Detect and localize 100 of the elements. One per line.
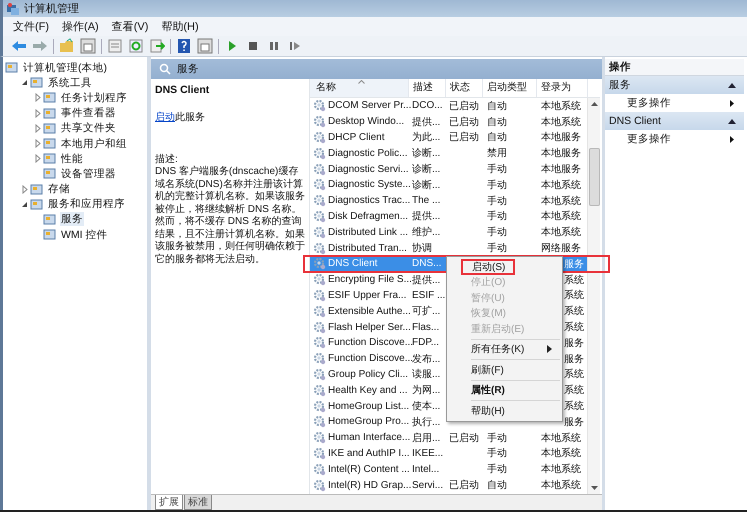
table-cell[interactable]: Function Discove... bbox=[326, 337, 410, 348]
table-cell[interactable]: Desktop Windo... bbox=[326, 116, 410, 128]
tree-item[interactable]: 服务 bbox=[60, 212, 84, 226]
table-cell[interactable]: Intel(R) HD Grap... bbox=[326, 480, 410, 491]
menu-item[interactable]: 帮助(H) bbox=[447, 403, 562, 418]
table-cell[interactable]: IKE and AuthIP I... bbox=[326, 448, 410, 459]
table-cell[interactable]: Diagnostic Servi... bbox=[326, 164, 410, 175]
menu-item[interactable]: 刷新(F) bbox=[447, 362, 562, 378]
table-cell: 本地系统 bbox=[541, 464, 581, 476]
sheet-icon[interactable] bbox=[107, 38, 123, 54]
menu-item[interactable]: 属性(R) bbox=[447, 382, 562, 398]
gear-icon bbox=[313, 226, 326, 239]
panel-icon[interactable] bbox=[80, 38, 96, 54]
table-cell: 本地系统 bbox=[541, 432, 581, 444]
expand-icon[interactable] bbox=[32, 93, 42, 102]
table-cell[interactable]: Human Interface... bbox=[326, 432, 410, 444]
table-cell[interactable]: Distributed Tran... bbox=[326, 242, 410, 254]
description-text: DNS 客户端服务(dnscache)缓存域名系统(DNS)名称并注册该计算机的完整计算机名称。如果该服务被停止，将继续解析 DNS 名称。然而，将不缓存 DNS 名称的查询结果，且不注册计算机名称。如果该服务被禁用，则任何明确依赖于它的服务都将无法启动。 bbox=[155, 166, 306, 266]
start-link[interactable]: 启动 bbox=[155, 112, 175, 123]
collapse-icon[interactable] bbox=[728, 82, 736, 88]
scroll-thumb[interactable] bbox=[588, 148, 600, 206]
app-icon bbox=[6, 2, 20, 16]
tree-item[interactable]: WMI 控件 bbox=[60, 228, 108, 242]
node-icon bbox=[43, 122, 57, 135]
gear-icon bbox=[313, 415, 326, 428]
collapse-icon[interactable] bbox=[20, 78, 28, 88]
table-cell[interactable]: Group Policy Cli... bbox=[326, 368, 410, 380]
table-cell[interactable]: Disk Defragmen... bbox=[326, 210, 410, 222]
scrollbar[interactable] bbox=[587, 98, 600, 494]
tree-item[interactable]: 任务计划程序 bbox=[60, 90, 128, 105]
table-cell: Servi... bbox=[412, 480, 444, 491]
table-cell[interactable]: HomeGroup Pro... bbox=[326, 416, 410, 428]
expand-icon[interactable] bbox=[32, 108, 42, 118]
tree-item[interactable]: 设备管理器 bbox=[60, 166, 117, 181]
gear-icon bbox=[313, 478, 326, 492]
help-icon[interactable] bbox=[176, 38, 192, 54]
collapse-icon[interactable] bbox=[728, 118, 736, 124]
table-cell: 手动 bbox=[487, 243, 507, 254]
tree-item[interactable]: 性能 bbox=[60, 152, 84, 166]
menu-item[interactable]: 查看(V) bbox=[112, 19, 148, 34]
column-header[interactable]: 启动类型 bbox=[483, 79, 537, 97]
table-cell: ESIF ... bbox=[412, 290, 446, 301]
expand-icon[interactable] bbox=[32, 139, 42, 148]
table-cell[interactable]: Diagnostic Polic... bbox=[326, 148, 410, 159]
table-cell: 自动 bbox=[487, 116, 507, 128]
column-header[interactable]: 登录为 bbox=[537, 79, 588, 97]
tree-item[interactable]: 事件查看器 bbox=[60, 106, 117, 120]
column-header[interactable]: 名称 bbox=[310, 79, 409, 97]
refresh-icon[interactable] bbox=[128, 38, 144, 54]
column-header[interactable]: 状态 bbox=[446, 79, 483, 97]
expand-icon[interactable] bbox=[20, 184, 28, 194]
column-header[interactable]: 描述 bbox=[409, 79, 446, 97]
tree-item[interactable]: 服务和应用程序 bbox=[47, 197, 126, 212]
table-cell[interactable]: Intel(R) Content ... bbox=[326, 464, 410, 475]
folder-icon[interactable] bbox=[59, 38, 75, 54]
tree-item[interactable]: 本地用户和组 bbox=[60, 136, 128, 151]
gear-icon bbox=[313, 178, 326, 192]
section-header[interactable]: DNS Client bbox=[605, 112, 744, 130]
action-item[interactable]: 更多操作 bbox=[605, 130, 744, 148]
table-cell: Intel... bbox=[412, 464, 440, 475]
table-cell[interactable]: DCOM Server Pr... bbox=[326, 100, 410, 112]
tree-item[interactable]: 存储 bbox=[47, 182, 71, 196]
export-icon[interactable] bbox=[149, 38, 165, 54]
section-header[interactable]: 服务 bbox=[605, 76, 744, 94]
table-cell[interactable]: Function Discove... bbox=[326, 353, 410, 364]
action-item[interactable]: 更多操作 bbox=[605, 94, 744, 112]
tree-item[interactable]: 系统工具 bbox=[47, 76, 93, 90]
table-cell[interactable]: HomeGroup List... bbox=[326, 400, 410, 412]
table-cell: 已启动 bbox=[449, 432, 479, 444]
expand-icon[interactable] bbox=[32, 124, 42, 133]
table-cell[interactable]: Distributed Link ... bbox=[326, 226, 410, 238]
table-cell: 已启动 bbox=[449, 480, 479, 492]
scroll-down-icon[interactable] bbox=[590, 486, 598, 490]
menu-item[interactable]: 启动(S) bbox=[461, 259, 516, 274]
table-cell: 自动 bbox=[487, 100, 507, 112]
gear-icon bbox=[313, 400, 326, 413]
table-cell[interactable]: ESIF Upper Fra... bbox=[326, 290, 410, 301]
table-cell[interactable]: Encrypting File S... bbox=[326, 274, 410, 286]
tree-item[interactable]: 计算机管理(本地) bbox=[22, 60, 108, 75]
view-tab[interactable]: 扩展 bbox=[155, 495, 183, 510]
table-cell[interactable]: Diagnostics Trac... bbox=[326, 195, 410, 206]
view-tab[interactable]: 标准 bbox=[184, 495, 212, 510]
table-cell: 服务 bbox=[564, 338, 584, 349]
table-cell[interactable]: Diagnostic Syste... bbox=[326, 179, 410, 190]
menu-item[interactable]: 文件(F) bbox=[13, 19, 50, 34]
forward-icon[interactable] bbox=[32, 38, 48, 54]
expand-icon[interactable] bbox=[32, 154, 42, 164]
table-cell[interactable]: Flash Helper Ser... bbox=[326, 322, 410, 333]
menu-item[interactable]: 所有任务(K) bbox=[447, 342, 562, 357]
table-cell: The ... bbox=[412, 195, 440, 206]
table-cell[interactable]: Extensible Authe... bbox=[326, 306, 410, 317]
panel-icon[interactable] bbox=[197, 38, 213, 54]
scroll-up-icon[interactable] bbox=[590, 102, 598, 106]
table-cell[interactable]: DHCP Client bbox=[326, 132, 410, 143]
table-cell[interactable]: Health Key and ... bbox=[326, 384, 410, 396]
back-icon[interactable] bbox=[11, 38, 27, 54]
collapse-icon[interactable] bbox=[20, 200, 28, 209]
tree-item[interactable]: 共享文件夹 bbox=[60, 121, 117, 136]
menu-item[interactable]: 操作(A) bbox=[62, 19, 99, 34]
menu-item[interactable]: 帮助(H) bbox=[161, 19, 199, 34]
